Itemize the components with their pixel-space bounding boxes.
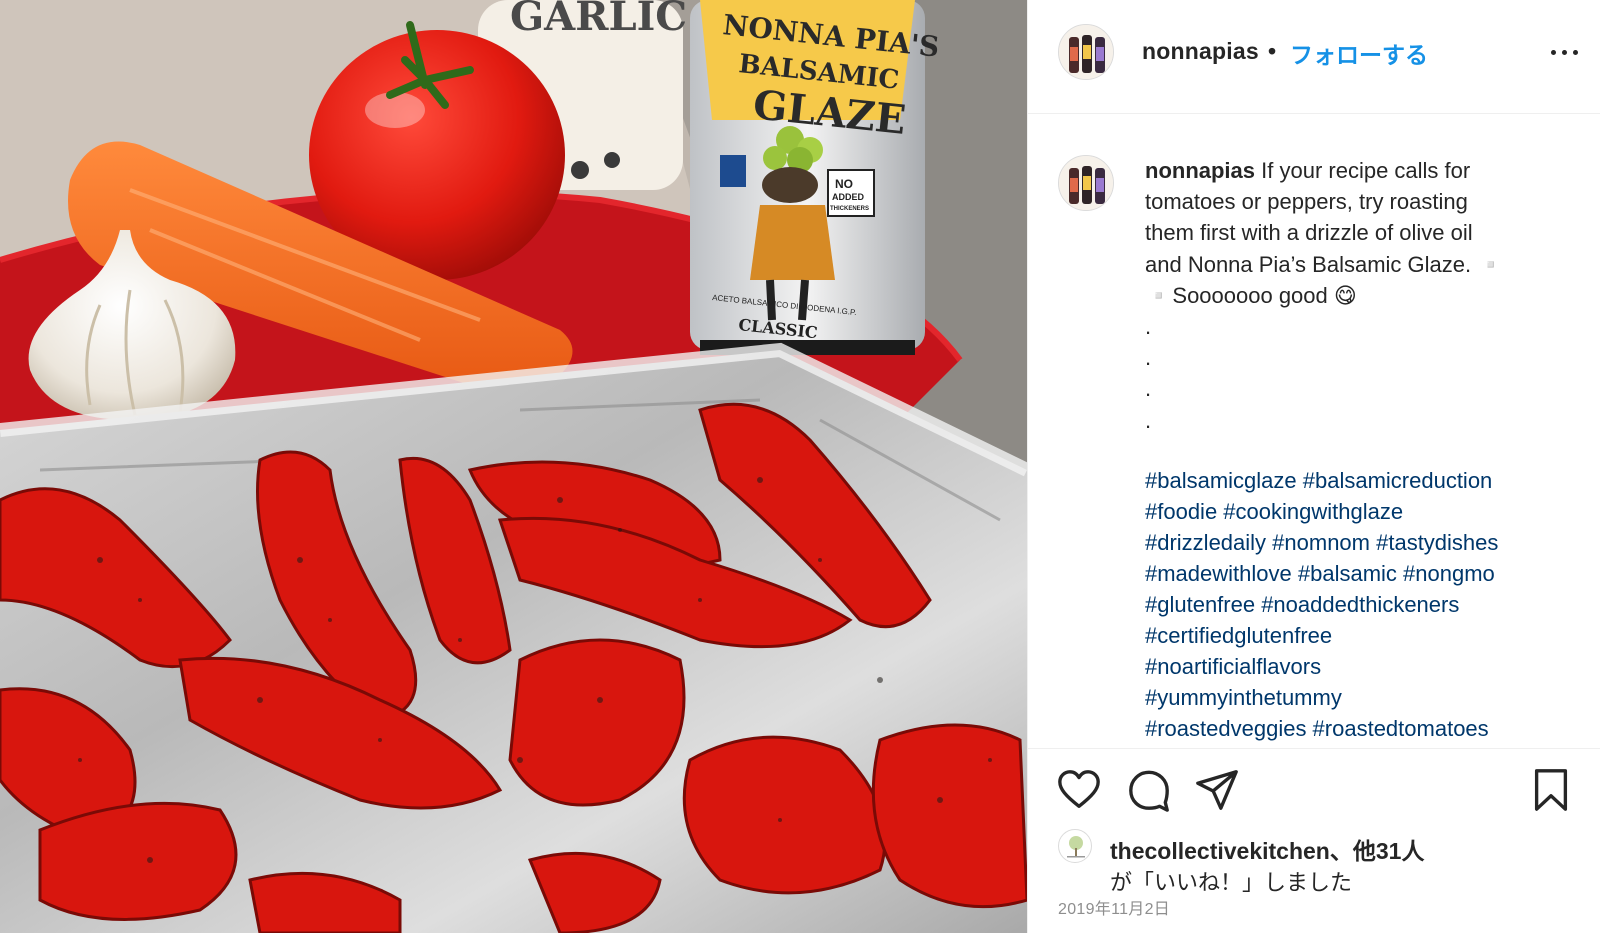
caption-line: ▫️Sooooooo good 😋: [1145, 282, 1357, 308]
hashtag-line[interactable]: #madewithlove #balsamic #nongmo: [1145, 558, 1585, 589]
bottle-badge-line2: ADDED: [832, 192, 865, 202]
caption-dot: .: [1145, 407, 1152, 433]
hashtag-line[interactable]: #roastedveggies #roastedtomatoes: [1145, 713, 1585, 744]
caption-line: and Nonna Pia’s Balsamic Glaze. ▫️: [1145, 251, 1505, 277]
tree-logo-icon: [1067, 836, 1085, 858]
follow-button[interactable]: フォローする: [1290, 36, 1428, 70]
hashtag-line[interactable]: #balsamicglaze #balsamicreduction: [1145, 465, 1585, 496]
header-separator: •: [1268, 38, 1277, 64]
hashtag-line[interactable]: #glutenfree #noaddedthickeners: [1145, 589, 1585, 620]
caption-line: tomatoes or peppers, try roasting: [1145, 189, 1468, 215]
profile-picture: [1059, 156, 1113, 210]
food-photo: GARLIC NONNA PIA'S BALSAMIC GLAZE NO ADD…: [0, 0, 1027, 933]
caption-username[interactable]: nonnapias: [1145, 158, 1255, 183]
hashtag-block: #balsamicglaze #balsamicreduction #foodi…: [1145, 465, 1585, 744]
caption-dot: .: [1145, 345, 1152, 371]
caption-dot: .: [1145, 376, 1152, 402]
avatar[interactable]: [1058, 24, 1114, 80]
post-actions: thecollectivekitchen、他31人 が「いいね！」しました 20…: [1028, 748, 1600, 933]
post-caption: nonnapias If your recipe calls for tomat…: [1145, 155, 1565, 436]
post-header: nonnapias • フォローする: [1028, 0, 1600, 114]
comment-icon[interactable]: [1126, 767, 1172, 813]
hashtag-line[interactable]: #certifiedglutenfree: [1145, 620, 1585, 651]
hashtag-line[interactable]: #drizzledaily #nomnom #tastydishes: [1145, 527, 1585, 558]
profile-picture: [1059, 25, 1113, 79]
post-date[interactable]: 2019年11月2日: [1058, 895, 1170, 919]
bookmark-icon[interactable]: [1528, 767, 1574, 813]
hashtag-line[interactable]: #foodie #cookingwithglaze: [1145, 496, 1585, 527]
hashtag-line[interactable]: #yummyinthetummy: [1145, 682, 1585, 713]
garlic-jar-text: GARLIC: [510, 0, 687, 40]
likes-by-text[interactable]: thecollectivekitchen、他31人: [1110, 832, 1424, 866]
share-icon[interactable]: [1194, 767, 1240, 813]
likes-suffix-text: が「いいね！」しました: [1110, 870, 1353, 895]
comments-section[interactable]: nonnapias If your recipe calls for tomat…: [1028, 115, 1600, 747]
header-username[interactable]: nonnapias: [1142, 38, 1259, 65]
post-side-panel: nonnapias • フォローする nonnapias If your rec…: [1027, 0, 1600, 933]
bottle-badge-line1: NO: [835, 177, 853, 191]
caption-line: If your recipe calls for: [1261, 158, 1471, 183]
more-options-icon[interactable]: [1551, 40, 1579, 64]
post-photo[interactable]: GARLIC NONNA PIA'S BALSAMIC GLAZE NO ADD…: [0, 0, 1027, 933]
hashtag-line[interactable]: #noartificialflavors: [1145, 651, 1585, 682]
liker-avatar[interactable]: [1058, 829, 1092, 863]
caption-avatar[interactable]: [1058, 155, 1114, 211]
bottle-badge-line3: THICKENERS: [830, 206, 869, 212]
caption-line: them first with a drizzle of olive oil: [1145, 220, 1473, 246]
heart-icon[interactable]: [1056, 767, 1102, 813]
caption-dot: .: [1145, 314, 1152, 340]
